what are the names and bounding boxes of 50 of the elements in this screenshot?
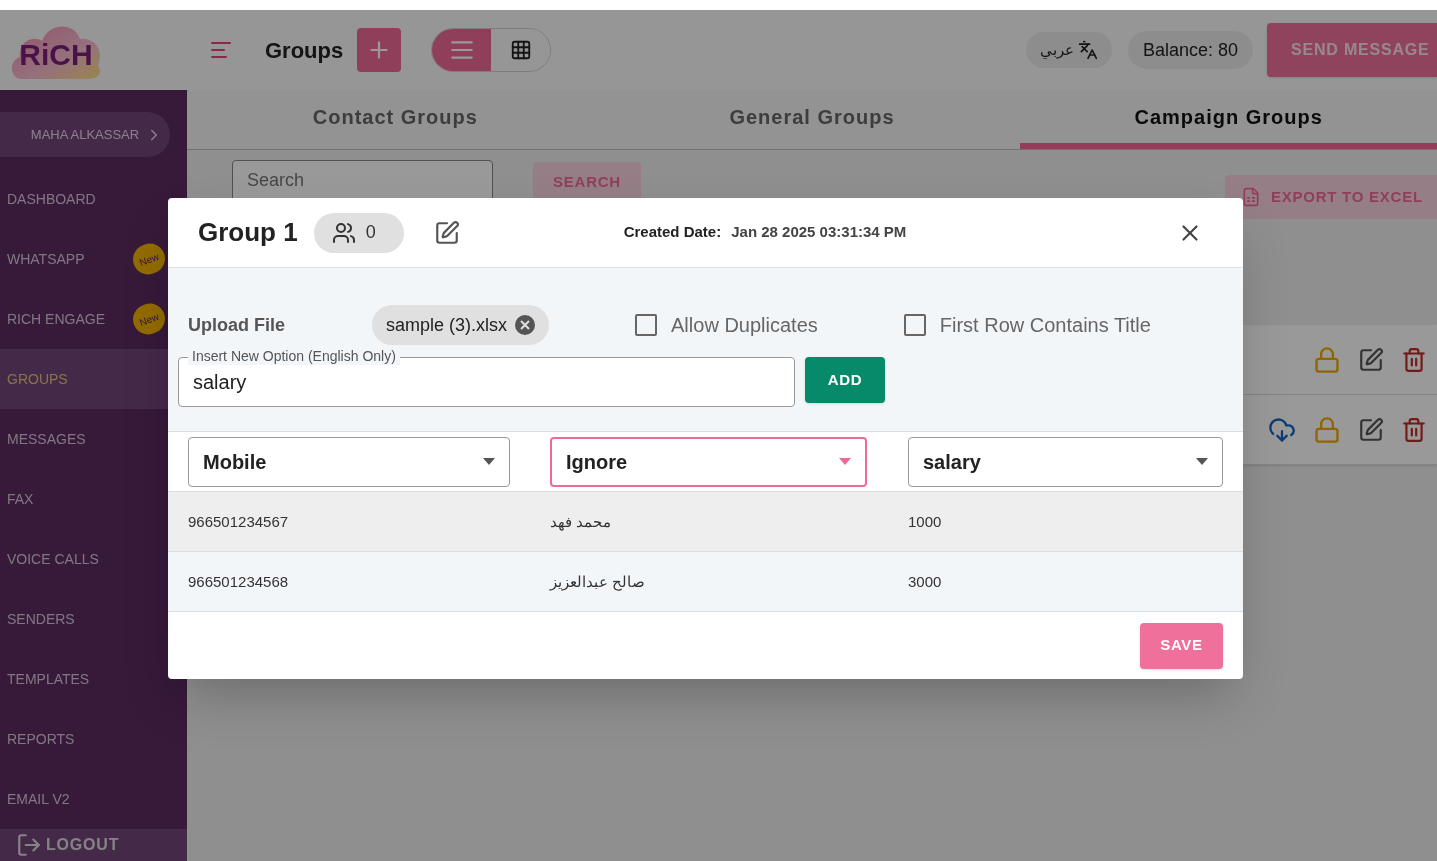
spreadsheet-icon	[1241, 187, 1261, 207]
tab[interactable]: Contact Groups	[187, 90, 604, 149]
created-label: Created Date:	[623, 222, 722, 243]
table-cell: صالح عبدالعزيز	[550, 572, 646, 590]
checkbox[interactable]	[903, 314, 926, 336]
table-cell: 3000	[908, 572, 942, 590]
page-title: Groups	[265, 36, 344, 65]
sidebar-item[interactable]: RICH ENGAGE New	[0, 289, 187, 350]
table-cell: 1000	[908, 512, 942, 530]
table-cell: 966501234568	[188, 572, 289, 590]
add-button[interactable]: ADD	[805, 357, 885, 403]
translate-icon	[1077, 40, 1098, 60]
caret-icon	[483, 458, 495, 465]
checkbox-label: Allow Duplicates	[671, 313, 818, 338]
tab[interactable]: Campaign Groups	[1020, 90, 1437, 149]
sidebar-item[interactable]: WHATSAPP New	[0, 229, 187, 290]
column-select[interactable]: salary	[908, 436, 1223, 487]
export-button[interactable]: EXPORT TO EXCEL	[1225, 175, 1437, 219]
grid-icon	[509, 39, 532, 61]
dialog-title: Group 1	[198, 216, 298, 249]
member-count-chip: 0	[313, 212, 404, 253]
add-button[interactable]	[357, 28, 402, 72]
edit-icon[interactable]	[1358, 416, 1384, 443]
column-select[interactable]: Mobile	[188, 436, 510, 487]
logout-icon	[16, 832, 42, 859]
table-cell: محمد فهد	[550, 512, 612, 530]
column-select[interactable]: Ignore	[550, 436, 867, 487]
sidebar-item[interactable]: REPORTS	[0, 709, 187, 770]
users-icon	[331, 220, 356, 245]
checkbox[interactable]	[635, 314, 658, 336]
table-cell: 966501234567	[188, 512, 289, 530]
edit-icon[interactable]	[433, 219, 460, 246]
send-message-button[interactable]: SEND MESSAGE	[1267, 23, 1437, 77]
logout-button[interactable]: LOGOUT	[0, 829, 187, 861]
trash-icon[interactable]	[1401, 416, 1427, 443]
cloud-download-icon[interactable]	[1268, 415, 1296, 444]
caret-icon	[839, 458, 851, 465]
remove-icon[interactable]	[515, 315, 536, 335]
checkbox-label: First Row Contains Title	[939, 313, 1151, 338]
upload-label: Upload File	[187, 313, 286, 337]
tab[interactable]: General Groups	[603, 90, 1021, 149]
caret-icon	[1196, 458, 1208, 465]
save-button[interactable]: SAVE	[1140, 622, 1223, 669]
language-button[interactable]: عربي	[1025, 32, 1112, 68]
file-chip[interactable]: sample (3).xlsx	[372, 305, 550, 345]
edit-icon[interactable]	[1358, 346, 1384, 373]
trash-icon[interactable]	[1401, 346, 1427, 373]
created-date: Jan 28 2025 03:31:34 PM	[731, 222, 907, 243]
balance-badge: Balance: 80	[1127, 31, 1253, 69]
user-name: MAHA ALKASSAR	[30, 127, 140, 143]
